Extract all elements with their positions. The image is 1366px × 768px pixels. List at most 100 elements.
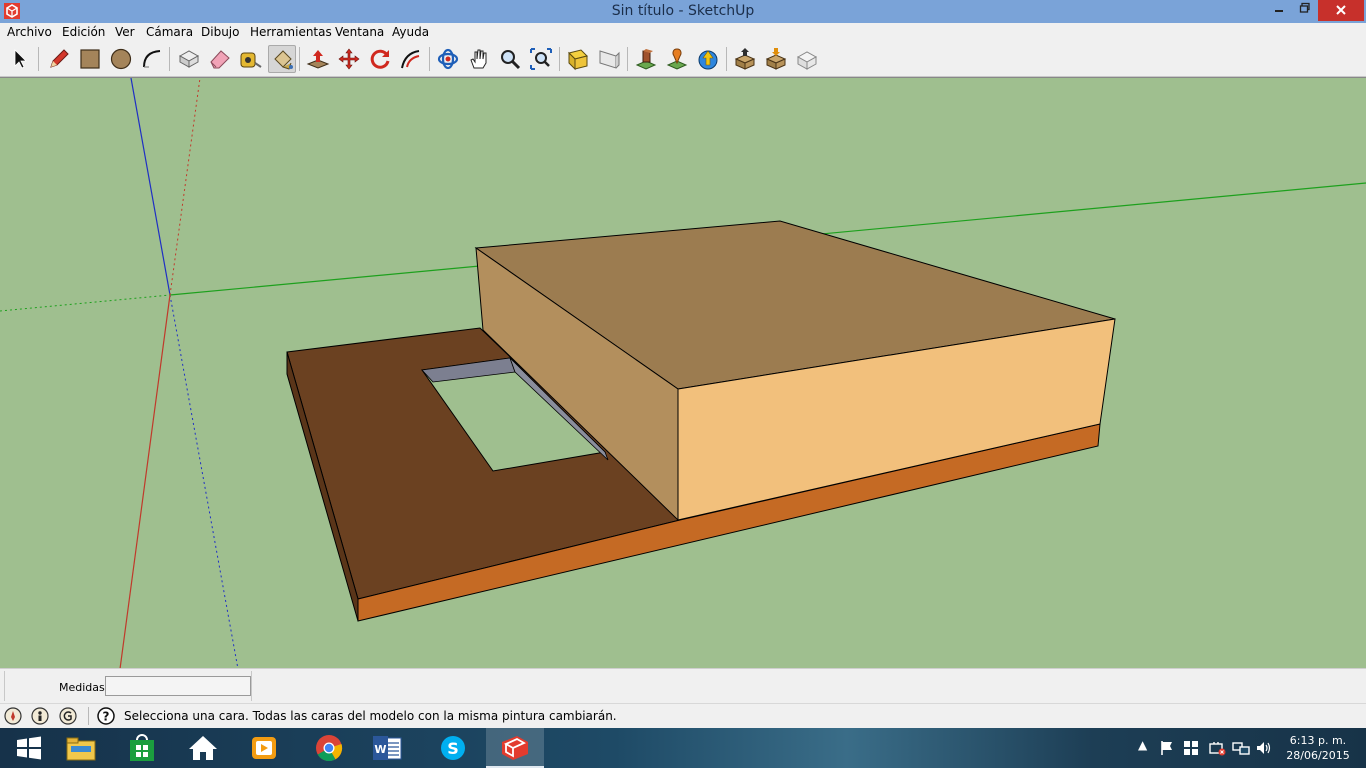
zoom-extents-tool[interactable] (527, 45, 555, 73)
taskbar-clock[interactable]: 6:13 p. m. 28/06/2015 (1286, 733, 1350, 763)
follow-me-icon (401, 50, 420, 69)
action-center-flag-icon[interactable] (1159, 740, 1175, 756)
paint-bucket-icon (274, 50, 293, 70)
globe-upload-icon (698, 50, 718, 70)
zoom-tool[interactable] (496, 45, 524, 73)
windows-logo-icon (17, 736, 41, 760)
chrome-icon (316, 735, 343, 762)
status-separator (88, 707, 89, 725)
arc-tool[interactable] (138, 45, 166, 73)
menu-ayuda[interactable]: Ayuda (392, 25, 429, 39)
download-box-icon (734, 48, 756, 70)
measurements-label: Medidas (59, 681, 105, 694)
previous-view-tool[interactable] (564, 45, 592, 73)
measurements-group: Medidas (4, 671, 252, 701)
warehouse-icon (635, 49, 657, 70)
magnifier-icon (501, 50, 521, 70)
taskbar-skype[interactable]: S (424, 728, 482, 768)
menu-camara[interactable]: Cámara (146, 25, 193, 39)
taskbar-file-explorer[interactable] (52, 728, 110, 768)
title-bar: Sin título - SketchUp (0, 0, 1366, 23)
select-tool[interactable] (6, 45, 34, 73)
clock-time: 6:13 p. m. (1289, 734, 1347, 747)
menu-herramientas[interactable]: Herramientas (250, 25, 332, 39)
svg-text:W: W (374, 743, 386, 756)
get-components-tool[interactable] (731, 45, 759, 73)
clock-date: 28/06/2015 (1286, 749, 1350, 762)
paint-bucket-tool[interactable] (268, 45, 296, 73)
line-tool[interactable] (45, 45, 73, 73)
push-pull-icon (306, 50, 330, 69)
taskbar-store[interactable] (113, 728, 171, 768)
push-pull-tool[interactable] (304, 45, 332, 73)
taskbar-sketchup[interactable] (486, 728, 544, 768)
menu-archivo[interactable]: Archivo (7, 25, 52, 39)
menu-edicion[interactable]: Edición (62, 25, 105, 39)
orbit-icon (437, 48, 459, 70)
taskbar-media-player[interactable] (235, 728, 293, 768)
maximize-button[interactable] (1290, 0, 1320, 21)
eraser-icon (210, 50, 230, 69)
zoom-extents-icon (530, 48, 552, 70)
measurements-input[interactable] (105, 676, 251, 696)
share-component-tool[interactable] (762, 45, 790, 73)
circle-tool[interactable] (107, 45, 135, 73)
close-icon (1336, 5, 1346, 15)
upload-box-icon (765, 48, 787, 70)
get-models-tool[interactable] (632, 45, 660, 73)
network-icon[interactable] (1232, 740, 1250, 756)
follow-me-tool[interactable] (397, 45, 425, 73)
move-arrows-icon (338, 48, 360, 70)
previous-view-icon (568, 49, 588, 71)
pan-tool[interactable] (465, 45, 493, 73)
model-canvas (0, 78, 1366, 669)
green-axis-dashed (0, 294, 171, 312)
model-viewport[interactable] (0, 77, 1366, 669)
taskbar-word[interactable]: W (358, 728, 416, 768)
geo-location-icon[interactable] (4, 707, 22, 725)
help-icon[interactable]: ? (97, 707, 115, 725)
share-model-tool[interactable] (694, 45, 722, 73)
blue-axis-solid (130, 78, 171, 296)
orbit-tool[interactable] (434, 45, 462, 73)
taskbar-chrome[interactable] (300, 728, 358, 768)
toolbar-separator (299, 47, 300, 71)
move-tool[interactable] (335, 45, 363, 73)
close-button[interactable] (1318, 0, 1364, 21)
add-location-tool[interactable] (663, 45, 691, 73)
taskbar-home[interactable] (174, 728, 232, 768)
red-axis-dashed (169, 78, 201, 296)
blue-axis-dashed (169, 294, 239, 669)
rectangle-tool[interactable] (76, 45, 104, 73)
red-axis-solid (119, 294, 171, 669)
restore-icon (1299, 2, 1310, 13)
toolbar-separator (559, 47, 560, 71)
next-view-tool[interactable] (595, 45, 623, 73)
make-component-tool[interactable] (175, 45, 203, 73)
credits-icon[interactable] (31, 707, 49, 725)
store-bag-icon (130, 734, 154, 761)
tray-show-hidden-icon[interactable]: ▲ (1138, 738, 1147, 752)
extension-warehouse-tool[interactable] (793, 45, 821, 73)
toolbar-separator (726, 47, 727, 71)
menu-dibujo[interactable]: Dibujo (201, 25, 239, 39)
menu-ver[interactable]: Ver (115, 25, 135, 39)
toolbar-separator (169, 47, 170, 71)
start-button[interactable] (0, 728, 58, 768)
arrow-cursor-icon (14, 49, 27, 69)
eraser-tool[interactable] (206, 45, 234, 73)
tray-app-icon[interactable] (1183, 740, 1199, 756)
folder-icon (66, 737, 96, 761)
pencil-icon (50, 49, 69, 68)
toolbar-separator (627, 47, 628, 71)
location-pin-icon (666, 48, 688, 70)
skype-icon: S (441, 736, 465, 760)
rectangle-icon (80, 49, 100, 69)
rotate-tool[interactable] (366, 45, 394, 73)
volume-icon[interactable] (1256, 740, 1272, 756)
menu-ventana[interactable]: Ventana (335, 25, 384, 39)
tape-measure-tool[interactable] (237, 45, 265, 73)
component-box-icon (178, 50, 200, 68)
power-warning-icon[interactable] (1208, 740, 1226, 756)
sign-in-icon[interactable] (59, 707, 77, 725)
